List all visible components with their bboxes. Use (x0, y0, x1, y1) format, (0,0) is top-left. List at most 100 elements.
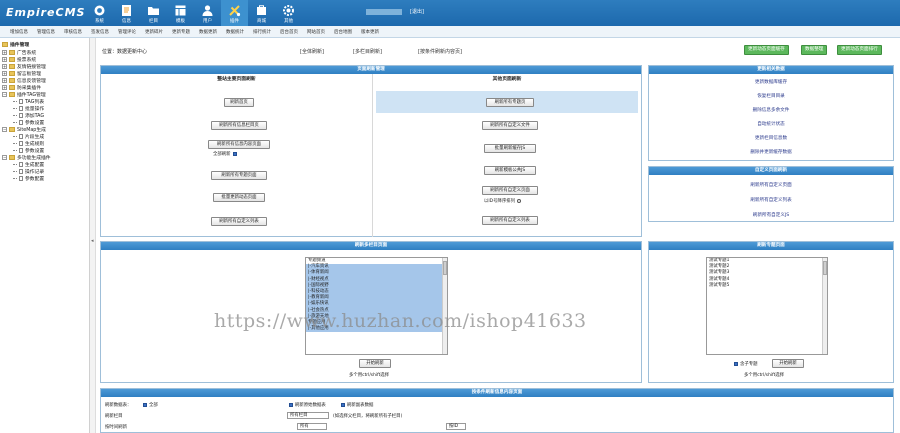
quick-nav-link[interactable]: 排行统计 (253, 29, 271, 35)
sidebar-item[interactable]: + 广告系统 (2, 49, 87, 56)
nav-item-document[interactable]: 信息 (113, 0, 140, 26)
time-select[interactable]: 所有 (297, 423, 327, 430)
sidebar-item[interactable]: + 信息反馈管理 (2, 77, 87, 84)
condition-refresh-link[interactable]: [按条件刷新内容页] (418, 48, 462, 55)
expand-icon[interactable]: + (2, 78, 7, 83)
quick-nav-link[interactable]: 数据统计 (226, 29, 244, 35)
nav-item-user[interactable]: 用户 (194, 0, 221, 26)
expand-icon[interactable]: + (2, 85, 7, 90)
multi-column-refresh-link[interactable]: [多栏目刷新] (353, 48, 382, 55)
sidebar-splitter[interactable]: ◂ (90, 38, 96, 433)
refresh-custom-pages-button[interactable]: 刷新所有自定义页面 (482, 186, 538, 195)
nav-item-template[interactable]: 模板 (167, 0, 194, 26)
id-desc-option[interactable]: 以ID号降序排列 (484, 198, 522, 204)
refresh-template-js-button[interactable]: 刷新模板公共JS (484, 166, 536, 175)
sidebar-item[interactable]: − 插件TAG管理 (2, 91, 87, 98)
quick-nav-link[interactable]: 增加信息 (10, 29, 28, 35)
refresh-custom-pages-link[interactable]: 刷新所有自定义页面 (649, 182, 893, 188)
sidebar-item[interactable]: 参数配置 (2, 175, 87, 182)
column-listbox[interactable]: 专题频道 |-汽车资讯 |-体育新闻 |-财经视点 |-国际视野 |-科技动态 |-教育新闻… (305, 257, 448, 355)
include-subtopic-option[interactable]: 含子专题 (734, 361, 758, 367)
checkbox-icon[interactable] (734, 361, 738, 366)
restore-column-dir-link[interactable]: 恢复栏目目录 (649, 93, 893, 99)
refresh-all-topics-button[interactable]: 刷新所有专题页面 (211, 171, 267, 180)
refresh-all-link[interactable]: [全体刷新] (300, 48, 324, 55)
sidebar-item[interactable]: TAG列表 (2, 98, 87, 105)
sidebar-item[interactable]: 参数设置 (2, 147, 87, 154)
column-select[interactable]: 所有栏目 (287, 412, 329, 419)
auto-stat-link[interactable]: 自动统计状态 (649, 121, 893, 127)
logout-link[interactable]: [退出] (410, 8, 424, 15)
nav-item-plugin[interactable]: 插件 (221, 0, 248, 26)
checkbox-icon[interactable] (289, 402, 293, 407)
refresh-custom-lists-link[interactable]: 刷新所有自定义列表 (649, 197, 893, 203)
sidebar-item[interactable]: − 多功能生成插件 (2, 154, 87, 161)
quick-nav-link[interactable]: 后台地图 (334, 29, 352, 35)
quick-nav-link[interactable]: 管理评论 (118, 29, 136, 35)
sidebar-item[interactable]: + 留言板管理 (2, 70, 87, 77)
refresh-custom-lists-right-button[interactable]: 刷新所有自定义列表 (482, 216, 538, 225)
quick-nav-link[interactable]: 更新专题 (172, 29, 190, 35)
radio-icon[interactable] (517, 198, 522, 203)
batch-refresh-js-button[interactable]: 批量刷新缓存JS (484, 144, 536, 153)
nav-item-gear[interactable]: 其他 (275, 0, 302, 26)
full-refresh-option[interactable]: 全部刷新 (213, 151, 237, 157)
quick-nav-link[interactable]: 管理信息 (37, 29, 55, 35)
sidebar-item[interactable]: 片段生成 (2, 133, 87, 140)
update-dynamic-rank-button[interactable]: 更新动态页面排行 (837, 45, 882, 55)
checkbox-icon[interactable] (143, 402, 147, 407)
refresh-index-button[interactable]: 刷新首页 (224, 98, 254, 107)
start-refresh-topics-button[interactable]: 开始刷新 (772, 359, 804, 368)
delete-extra-files-link[interactable]: 删除信息多余文件 (649, 107, 893, 113)
sidebar-item[interactable]: 生成配置 (2, 161, 87, 168)
collapse-icon[interactable]: − (2, 127, 7, 132)
batch-update-dynamic-button[interactable]: 批量更新动态页面 (213, 193, 265, 202)
listbox-scrollbar[interactable] (442, 258, 447, 354)
topic-listbox[interactable]: 测试专题1 测试专题2 测试专题3 测试专题4 测试专题5 (706, 257, 828, 355)
sidebar-item[interactable]: + 友情链接管理 (2, 63, 87, 70)
quick-nav-link[interactable]: 网站首页 (307, 29, 325, 35)
collapse-arrow-icon[interactable]: ◂ (91, 238, 94, 244)
main-table-option[interactable]: 刷新原始数据表 (289, 402, 326, 408)
sub-table-option[interactable]: 刷新副表数据 (341, 402, 373, 408)
nav-item-folder[interactable]: 栏目 (140, 0, 167, 26)
checkbox-icon[interactable] (232, 151, 237, 156)
nav-item-mall[interactable]: 商城 (248, 0, 275, 26)
listbox-scrollbar[interactable] (822, 258, 827, 354)
update-db-cache-link[interactable]: 更新数据库缓存 (649, 79, 893, 85)
quick-nav-link[interactable]: 签发信息 (91, 29, 109, 35)
sidebar-item[interactable]: 参数设置 (2, 119, 87, 126)
collapse-icon[interactable]: − (2, 155, 7, 160)
checkbox-icon[interactable] (341, 402, 345, 407)
sidebar-item[interactable]: + 防采集插件 (2, 84, 87, 91)
expand-icon[interactable]: + (2, 71, 7, 76)
refresh-custom-lists-left-button[interactable]: 刷新所有自定义列表 (211, 217, 267, 226)
sidebar-item[interactable]: 生成规则 (2, 140, 87, 147)
refresh-all-content-pages-button[interactable]: 刷新所有信息内容页面 (208, 140, 270, 149)
refresh-all-topic-pages-button[interactable]: 刷新所有专题页 (486, 98, 534, 107)
sidebar-item[interactable]: 批量操作 (2, 105, 87, 112)
sidebar-item[interactable]: 添加TAG (2, 112, 87, 119)
quick-nav-link[interactable]: 更新碎片 (145, 29, 163, 35)
quick-nav-link[interactable]: 数据更新 (199, 29, 217, 35)
list-option[interactable]: 测试专题5 (707, 283, 827, 289)
expand-icon[interactable]: + (2, 50, 7, 55)
delete-update-cache-link[interactable]: 删除并更新缓存数据 (649, 149, 893, 155)
quick-nav-link[interactable]: 后台首页 (280, 29, 298, 35)
sidebar-item[interactable]: 操作记录 (2, 168, 87, 175)
data-tidy-button[interactable]: 数据整理 (801, 45, 828, 55)
quick-nav-link[interactable]: 审核信息 (64, 29, 82, 35)
refresh-all-column-pages-button[interactable]: 刷新所有信息栏目页 (211, 121, 267, 130)
update-dynamic-cache-button[interactable]: 更新动态页面缓存 (744, 45, 789, 55)
refresh-custom-js-link[interactable]: 刷新所有自定义JS (649, 212, 893, 218)
sidebar-item[interactable]: − SiteMap生成 (2, 126, 87, 133)
sidebar-root[interactable]: 插件管理 (2, 41, 87, 48)
nav-item-system[interactable]: 系统 (86, 0, 113, 26)
refresh-custom-files-button[interactable]: 刷新所有自定义文件 (482, 121, 538, 130)
sidebar-item[interactable]: + 投票系统 (2, 56, 87, 63)
quick-nav-link[interactable]: 版本更新 (361, 29, 379, 35)
all-tables-option[interactable]: 全部 (143, 402, 158, 408)
start-refresh-columns-button[interactable]: 开始刷新 (359, 359, 391, 368)
update-column-count-link[interactable]: 更新栏目信息数 (649, 135, 893, 141)
id-select[interactable]: 按ID (446, 423, 466, 430)
